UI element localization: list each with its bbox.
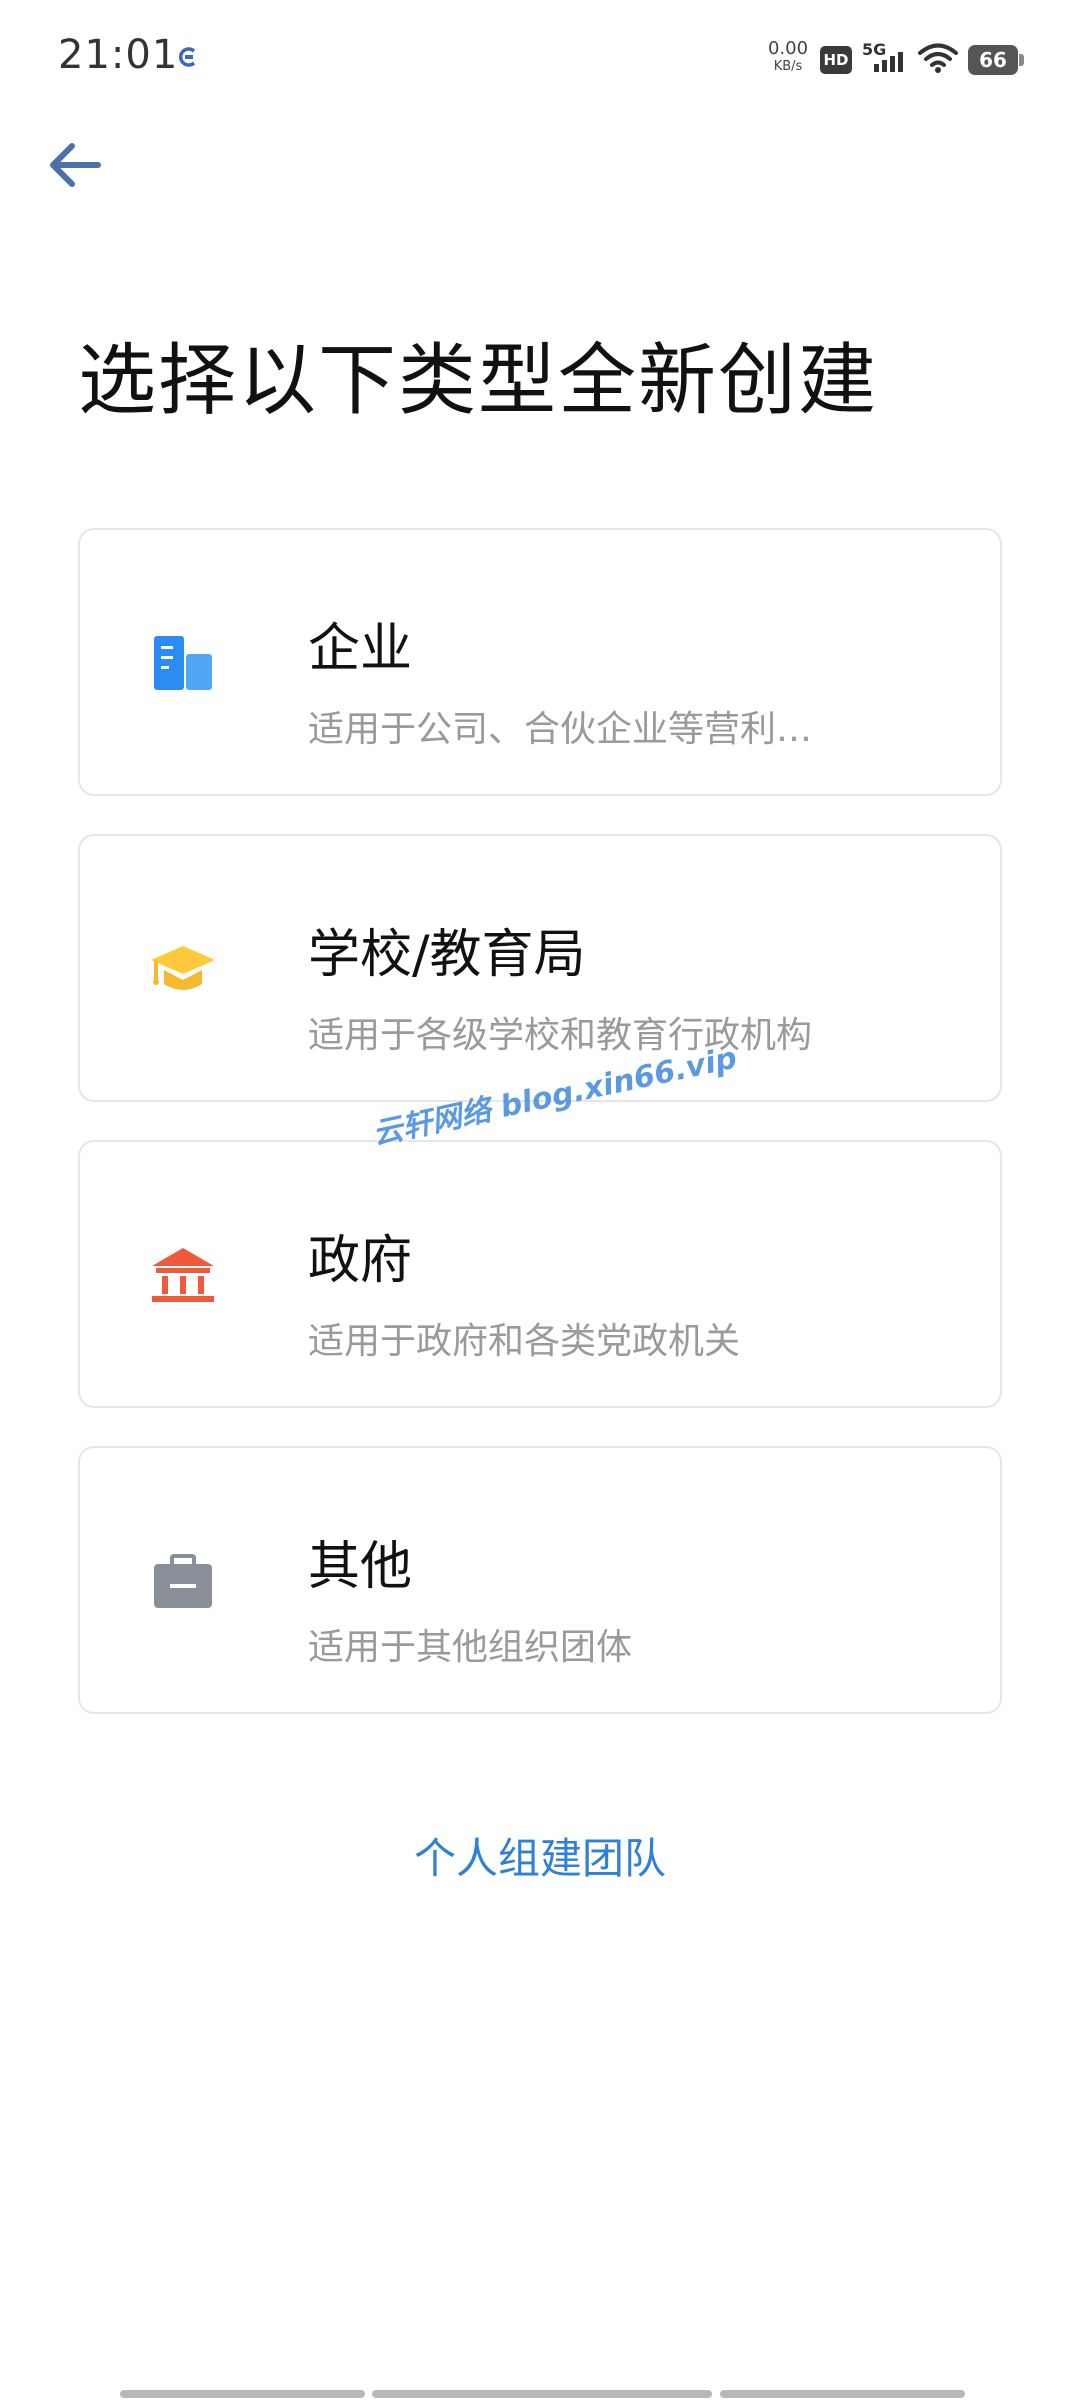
org-type-government[interactable]: 政府 适用于政府和各类党政机关 [78,1140,1002,1408]
briefcase-icon [154,1554,212,1608]
building-icon [154,636,212,690]
network-speed-value: 0.00 [767,38,809,59]
arrow-left-icon [50,143,101,187]
gesture-bar-left [120,2390,365,2398]
create-personal-team-link[interactable]: 个人组建团队 [0,1825,1080,1886]
hd-badge: HD [820,46,852,74]
card-description: 适用于政府和各类党政机关 [308,1321,741,1362]
card-title: 企业 [308,619,413,679]
card-title: 学校/教育局 [308,925,586,985]
card-title: 政府 [308,1231,413,1291]
back-button[interactable] [40,130,110,200]
browser-indicator-icon [178,47,196,67]
signal-bars-icon [874,52,903,72]
screen: 21:01 0.00 KB/s HD 5G 66 选择以下类型全新创建 企业 适… [0,0,1080,2400]
network-speed: 0.00 KB/s [764,40,812,76]
card-title: 其他 [308,1537,413,1597]
gesture-bar-right [720,2390,965,2398]
battery-level: 66 [968,45,1018,75]
card-description: 适用于公司、合伙企业等营利… [308,709,813,750]
status-bar: 21:01 0.00 KB/s HD 5G 66 [0,0,1080,120]
org-type-list: 企业 适用于公司、合伙企业等营利… 学校/教育局 适用于各级学校和教育行政机构 [78,528,1004,1752]
wifi-icon [918,43,958,73]
status-time: 21:01 [58,32,179,78]
card-description: 适用于各级学校和教育行政机构 [308,1015,813,1056]
org-type-school[interactable]: 学校/教育局 适用于各级学校和教育行政机构 [78,834,1002,1102]
graduation-cap-icon [151,946,215,990]
gesture-bar-center [372,2390,712,2398]
page-title: 选择以下类型全新创建 [78,336,879,426]
government-building-icon [152,1248,214,1302]
card-description: 适用于其他组织团体 [308,1627,633,1668]
battery-tip [1019,54,1024,66]
network-speed-unit: KB/s [773,59,803,74]
org-type-other[interactable]: 其他 适用于其他组织团体 [78,1446,1002,1714]
gesture-nav-bar[interactable] [120,2390,965,2398]
org-type-enterprise[interactable]: 企业 适用于公司、合伙企业等营利… [78,528,1002,796]
battery-indicator: 66 [968,45,1024,75]
signal-strength: 5G [862,40,908,76]
